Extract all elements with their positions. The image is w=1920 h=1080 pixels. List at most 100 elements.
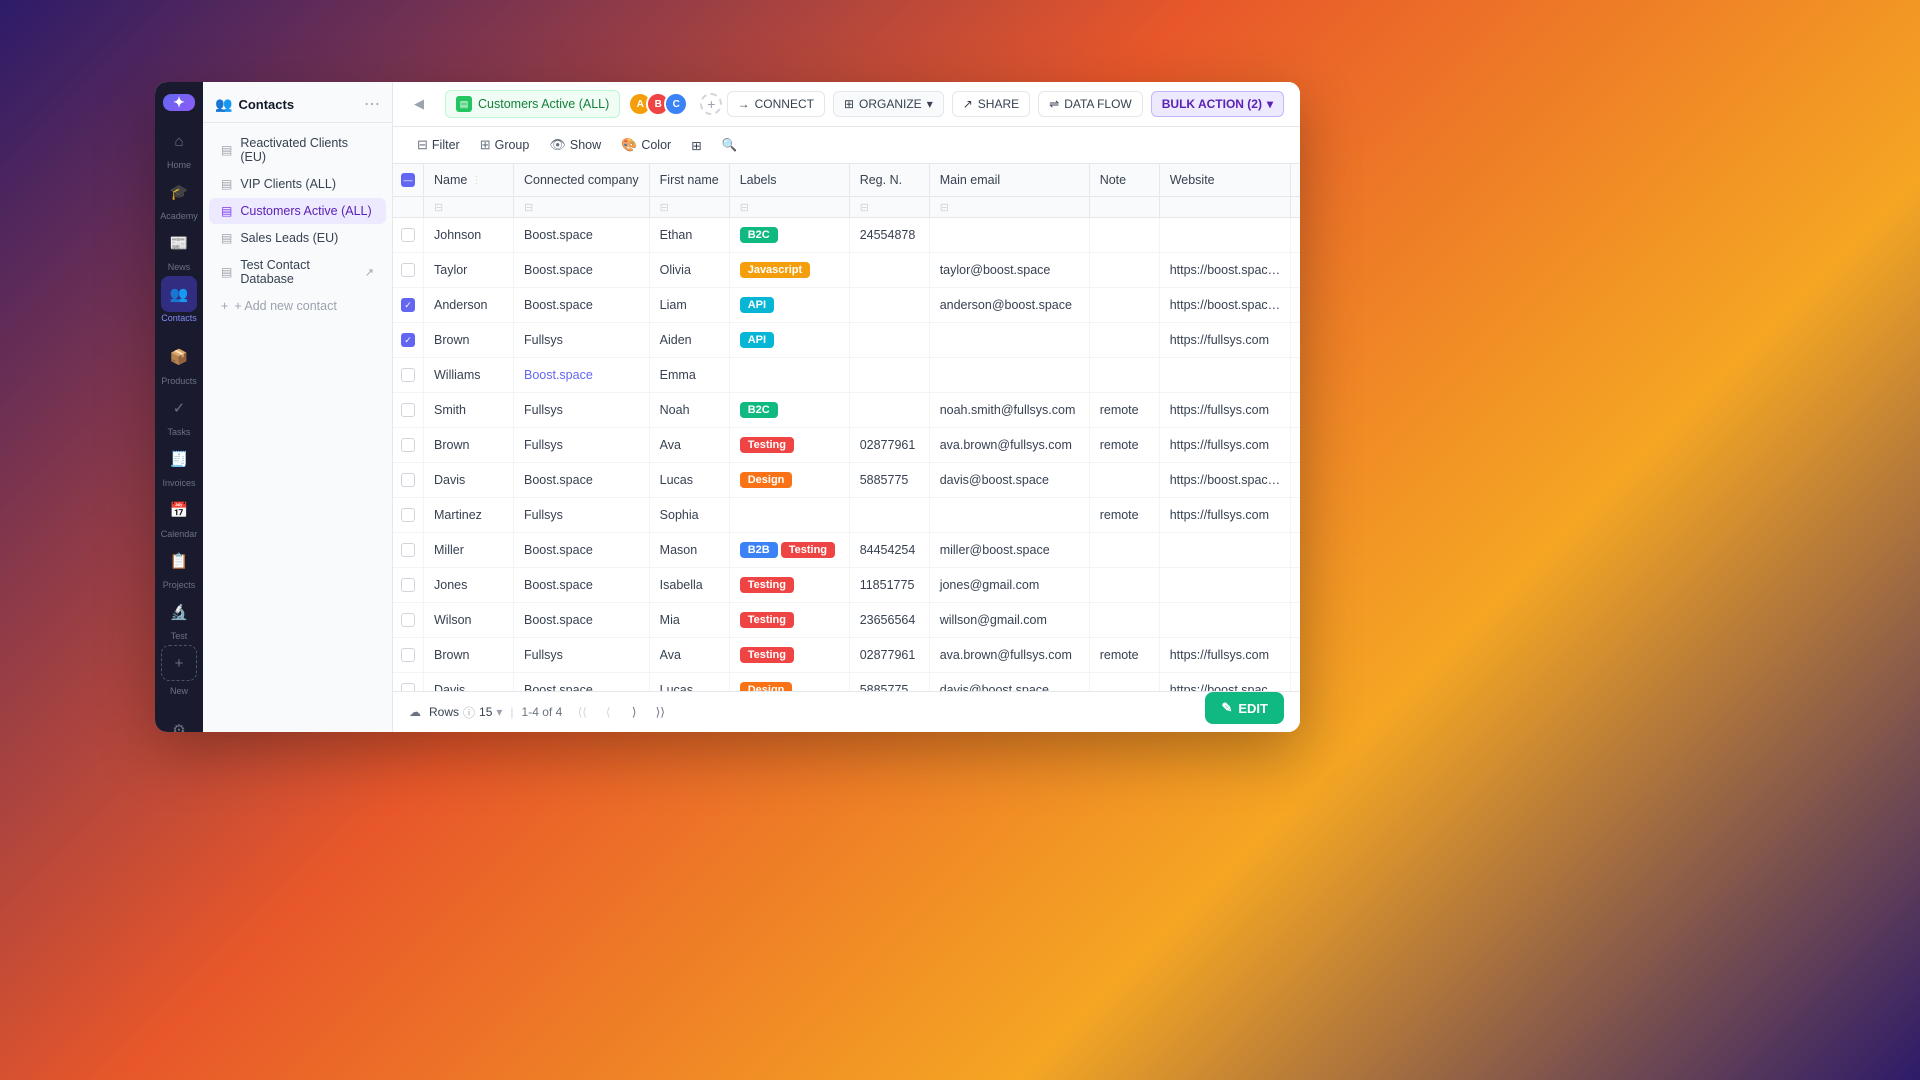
row-checkbox-cell[interactable] bbox=[393, 428, 424, 463]
row-checkbox[interactable] bbox=[401, 648, 415, 662]
filter-cell-company[interactable]: ⊟ bbox=[514, 197, 650, 218]
settings-icon[interactable]: ⚙ bbox=[161, 712, 197, 732]
nav-news[interactable]: 📰 News bbox=[161, 225, 197, 272]
organize-btn[interactable]: ⊞ ORGANIZE ▾ bbox=[833, 91, 944, 117]
name-sort-icon[interactable]: ⋮ bbox=[471, 175, 481, 186]
new-icon[interactable]: + bbox=[161, 645, 197, 681]
row-checkbox-cell[interactable]: ✓ bbox=[393, 288, 424, 323]
row-checkbox-cell[interactable] bbox=[393, 603, 424, 638]
select-all-checkbox[interactable]: — bbox=[401, 173, 415, 187]
color-btn[interactable]: 🎨 Color bbox=[613, 133, 679, 157]
filter-btn[interactable]: ⊟ Filter bbox=[409, 133, 468, 157]
collapse-sidebar-btn[interactable]: ◀ bbox=[409, 94, 429, 114]
select-all-header[interactable]: — bbox=[393, 164, 424, 197]
label-badge[interactable]: Testing bbox=[740, 577, 794, 593]
page-last-btn[interactable]: ⟩⟩ bbox=[648, 700, 672, 724]
label-badge[interactable]: Design bbox=[740, 472, 793, 488]
row-checkbox[interactable] bbox=[401, 578, 415, 592]
nav-home[interactable]: ⌂ Home bbox=[161, 123, 197, 170]
row-checkbox[interactable] bbox=[401, 263, 415, 277]
label-badge[interactable]: B2B bbox=[740, 542, 778, 558]
row-checkbox[interactable] bbox=[401, 613, 415, 627]
label-badge[interactable]: B2C bbox=[740, 227, 778, 243]
row-checkbox-cell[interactable]: ✓ bbox=[393, 323, 424, 358]
table-row: DavisBoost.spaceLucasDesign5885775davis@… bbox=[393, 463, 1300, 498]
row-checkbox[interactable] bbox=[401, 543, 415, 557]
label-badge[interactable]: Testing bbox=[740, 612, 794, 628]
sidebar-item-vip[interactable]: ▤ VIP Clients (ALL) bbox=[209, 171, 386, 197]
bulk-action-btn[interactable]: BULK ACTION (2) ▾ bbox=[1151, 91, 1284, 117]
nav-invoices[interactable]: 🧾 Invoices bbox=[161, 441, 197, 488]
row-checkbox-cell[interactable] bbox=[393, 358, 424, 393]
show-btn[interactable]: 👁 Show bbox=[541, 133, 609, 157]
group-btn[interactable]: ⊞ Group bbox=[472, 133, 538, 157]
sidebar-item-customers[interactable]: ▤ Customers Active (ALL) bbox=[209, 198, 386, 224]
filter-cell-email[interactable]: ⊟ bbox=[929, 197, 1089, 218]
row-checkbox-cell[interactable] bbox=[393, 673, 424, 692]
row-checkbox[interactable] bbox=[401, 473, 415, 487]
edit-btn[interactable]: ✎ EDIT bbox=[1205, 692, 1284, 724]
contacts-sidebar-more-btn[interactable]: ⋯ bbox=[364, 94, 380, 114]
connect-btn[interactable]: → CONNECT bbox=[727, 91, 825, 117]
contacts-sidebar-title: 👥 Contacts bbox=[215, 96, 294, 113]
nav-academy[interactable]: 🎓 Academy bbox=[160, 174, 198, 221]
row-checkbox[interactable] bbox=[401, 368, 415, 382]
filter-cell-firstname[interactable]: ⊟ bbox=[649, 197, 729, 218]
row-checkbox[interactable] bbox=[401, 438, 415, 452]
filter-cell-name[interactable]: ⊟ bbox=[424, 197, 514, 218]
search-btn[interactable]: 🔍 bbox=[714, 134, 746, 157]
sidebar-item-sales[interactable]: ▤ Sales Leads (EU) bbox=[209, 225, 386, 251]
row-company[interactable]: Boost.space bbox=[514, 358, 650, 393]
nav-products[interactable]: 📦 Products bbox=[161, 339, 197, 386]
label-badge[interactable]: Testing bbox=[781, 542, 835, 558]
nav-calendar[interactable]: 📅 Calendar bbox=[161, 492, 198, 539]
row-checkbox-cell[interactable] bbox=[393, 498, 424, 533]
row-checkbox-cell[interactable] bbox=[393, 393, 424, 428]
row-checkbox[interactable] bbox=[401, 683, 415, 691]
page-next-btn[interactable]: ⟩ bbox=[622, 700, 646, 724]
organize-chevron: ▾ bbox=[927, 97, 933, 111]
row-checkbox[interactable] bbox=[401, 228, 415, 242]
page-prev-btn[interactable]: ⟨ bbox=[596, 700, 620, 724]
sidebar-item-reactivated[interactable]: ▤ Reactivated Clients (EU) bbox=[209, 130, 386, 170]
row-checkbox[interactable] bbox=[401, 403, 415, 417]
row-checkbox-cell[interactable] bbox=[393, 253, 424, 288]
label-badge[interactable]: Testing bbox=[740, 647, 794, 663]
label-badge[interactable]: Testing bbox=[740, 437, 794, 453]
filter-cell-labels[interactable]: ⊟ bbox=[729, 197, 849, 218]
company-link[interactable]: Boost.space bbox=[524, 368, 593, 382]
row-labels: Testing bbox=[729, 568, 849, 603]
filter-cell-reg[interactable]: ⊟ bbox=[849, 197, 929, 218]
view-tab-customers[interactable]: ▤ Customers Active (ALL) bbox=[445, 90, 620, 118]
row-checkbox-cell[interactable] bbox=[393, 533, 424, 568]
data-flow-btn[interactable]: ⇌ DATA FLOW bbox=[1038, 91, 1143, 117]
label-badge[interactable]: API bbox=[740, 332, 774, 348]
row-checkbox[interactable]: ✓ bbox=[401, 298, 415, 312]
row-company: Boost.space bbox=[514, 603, 650, 638]
row-checkbox[interactable]: ✓ bbox=[401, 333, 415, 347]
label-badge[interactable]: Design bbox=[740, 682, 793, 691]
page-first-btn[interactable]: ⟨⟨ bbox=[570, 700, 594, 724]
table-view-btn[interactable]: ⊞ bbox=[683, 134, 709, 157]
nav-tasks[interactable]: ✓ Tasks bbox=[161, 390, 197, 437]
share-btn[interactable]: ↗ SHARE bbox=[952, 91, 1030, 117]
row-labels: API bbox=[729, 323, 849, 358]
row-note bbox=[1089, 533, 1159, 568]
add-contact-btn[interactable]: + + Add new contact bbox=[209, 293, 386, 319]
nav-test[interactable]: 🔬 Test bbox=[161, 594, 197, 641]
nav-projects[interactable]: 📋 Projects bbox=[161, 543, 197, 590]
page-info: 1-4 of 4 bbox=[522, 705, 563, 719]
row-checkbox[interactable] bbox=[401, 508, 415, 522]
label-badge[interactable]: Javascript bbox=[740, 262, 810, 278]
row-checkbox-cell[interactable] bbox=[393, 463, 424, 498]
label-badge[interactable]: B2C bbox=[740, 402, 778, 418]
row-checkbox-cell[interactable] bbox=[393, 638, 424, 673]
label-badge[interactable]: API bbox=[740, 297, 774, 313]
nav-contacts[interactable]: 👥 Contacts bbox=[161, 276, 197, 323]
sidebar-item-test[interactable]: ▤ Test Contact Database ↗ bbox=[209, 252, 386, 292]
app-logo[interactable]: ✦ bbox=[163, 94, 195, 111]
row-checkbox-cell[interactable] bbox=[393, 568, 424, 603]
rows-select[interactable]: Rows ⓘ 15 ▾ bbox=[429, 704, 502, 721]
add-view-btn[interactable]: + bbox=[700, 93, 722, 115]
row-checkbox-cell[interactable] bbox=[393, 218, 424, 253]
